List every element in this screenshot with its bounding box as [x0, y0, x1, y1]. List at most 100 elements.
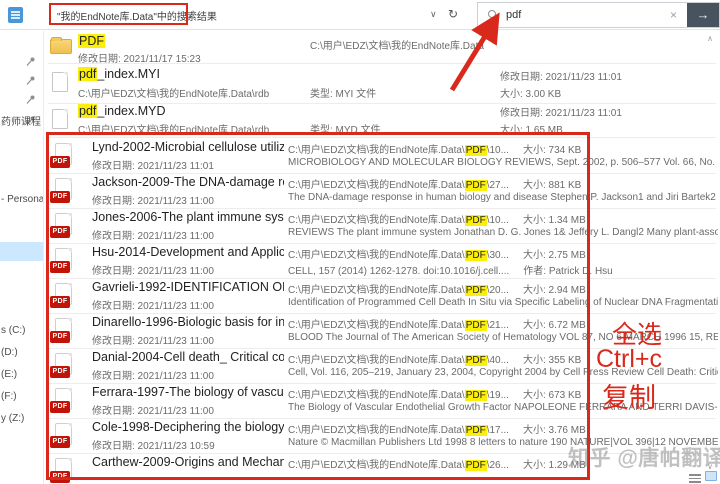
pdf-file-icon: PDF — [50, 318, 72, 344]
file-path-highlight: PDF — [465, 355, 487, 366]
scrollbar-up-icon[interactable]: ∧ — [703, 34, 717, 43]
modified-date: 修改日期: 2021/11/23 11:01 — [500, 104, 622, 119]
pdf-file-row[interactable]: PDF Carthew-2009-Origins and Mechanis...… — [48, 454, 716, 484]
address-bar-document-icon — [8, 7, 23, 23]
sidebar-item-pinned-folder[interactable]: 药师课程 — [1, 113, 41, 128]
result-name: Dinarello-1996-Biologic basis for inte..… — [92, 315, 284, 329]
file-path-line: C:\用户\EDZ\文档\我的EndNote库.Data\PDF\40...大小… — [288, 351, 718, 366]
file-path: C:\用户\EDZ\文档\我的EndNote库.Data\ — [288, 460, 465, 471]
file-path: C:\用户\EDZ\文档\我的EndNote库.Data\ — [288, 215, 465, 226]
scrollbar-down-icon[interactable]: ∨ — [703, 462, 717, 471]
search-input[interactable] — [504, 5, 654, 25]
result-row-myd[interactable]: pdf_index.MYD C:\用户\EDZ\文档\我的EndNote库.Da… — [48, 104, 716, 138]
file-path-highlight: PDF — [465, 425, 487, 436]
pdf-file-row[interactable]: PDF Dinarello-1996-Biologic basis for in… — [48, 314, 716, 349]
file-type: 类型: MYD 文件 — [310, 121, 381, 136]
file-path: C:\用户\EDZ\文档\我的EndNote库.Data\ — [288, 390, 465, 401]
file-path: C:\用户\EDZ\文档\我的EndNote库.Data\ — [288, 180, 465, 191]
file-path-line: C:\用户\EDZ\文档\我的EndNote库.Data\PDF\27...大小… — [288, 176, 718, 191]
result-name: Ferrara-1997-The biology of vascular ... — [92, 385, 284, 399]
result-name: Carthew-2009-Origins and Mechanis... — [92, 455, 284, 469]
pdf-file-row[interactable]: PDF Ferrara-1997-The biology of vascular… — [48, 384, 716, 419]
file-path-highlight: PDF — [465, 145, 487, 156]
file-path: C:\用户\EDZ\文档\我的EndNote库.Data\rdb — [78, 121, 269, 136]
file-path-suffix: \20... — [487, 285, 509, 296]
file-path-suffix: \30... — [487, 250, 509, 261]
result-row-pdf-folder[interactable]: PDF 修改日期: 2021/11/17 15:23 C:\用户\EDZ\文档\… — [48, 33, 716, 64]
file-size: 大小: 3.76 MB — [523, 425, 586, 436]
file-path: C:\用户\EDZ\文档\我的EndNote库.Data\ — [288, 250, 465, 261]
file-size: 大小: 2.94 MB — [523, 285, 586, 296]
file-path: C:\用户\EDZ\文档\我的EndNote库.Data — [310, 37, 484, 52]
navigation-pane: 药师课程 - Persona s (C:) (D:) (E:) (F:) y (… — [0, 31, 44, 484]
file-size: 大小: 881 KB — [523, 180, 581, 191]
pdf-file-row[interactable]: PDF Cole-1998-Deciphering the biology o.… — [48, 419, 716, 454]
modified-date: 修改日期: 2021/11/23 11:00 — [92, 262, 214, 277]
result-name-highlight: pdf — [78, 67, 97, 81]
pdf-file-row[interactable]: PDF Lynd-2002-Microbial cellulose utiliz… — [48, 139, 716, 174]
thumbnail-view-icon[interactable] — [705, 471, 717, 481]
address-dropdown-icon[interactable]: ∨ — [430, 9, 437, 20]
result-name: Cole-1998-Deciphering the biology o... — [92, 420, 284, 434]
file-summary: Cell, Vol. 116, 205–219, January 23, 200… — [288, 367, 718, 378]
search-icon — [488, 10, 496, 18]
file-summary: REVIEWS The plant immune system Jonathan… — [288, 227, 718, 238]
file-size: 大小: 1.65 MB — [500, 121, 563, 136]
details-view-icon[interactable] — [689, 472, 701, 481]
file-summary: BLOOD The Journal of The American Societ… — [288, 332, 718, 343]
sidebar-item-drive-f[interactable]: (F:) — [1, 391, 17, 402]
file-path-highlight: PDF — [465, 215, 487, 226]
result-name: _index.MYD — [97, 104, 165, 118]
result-name: PDF — [78, 34, 105, 48]
clear-search-icon[interactable]: × — [670, 8, 677, 22]
pdf-file-icon: PDF — [50, 213, 72, 239]
pdf-file-icon: PDF — [50, 388, 72, 414]
file-summary: Nature © Macmillan Publishers Ltd 1998 8… — [288, 437, 718, 448]
file-type: 类型: MYI 文件 — [310, 85, 376, 100]
sidebar-item-drive-c[interactable]: s (C:) — [1, 325, 25, 336]
file-path: C:\用户\EDZ\文档\我的EndNote库.Data\ — [288, 320, 465, 331]
file-path-highlight: PDF — [465, 180, 487, 191]
file-path-suffix: \10... — [487, 215, 509, 226]
file-summary-line: Cell, Vol. 116, 205–219, January 23, 200… — [288, 367, 718, 378]
file-path-line: C:\用户\EDZ\文档\我的EndNote库.Data\PDF\26...大小… — [288, 456, 718, 471]
file-size: 大小: 3.00 KB — [500, 85, 561, 100]
file-size: 大小: 355 KB — [523, 355, 581, 366]
modified-date: 修改日期: 2021/11/23 11:00 — [92, 297, 214, 312]
sidebar-item-drive-d[interactable]: (D:) — [1, 347, 18, 358]
file-path-highlight: PDF — [465, 250, 487, 261]
file-path: C:\用户\EDZ\文档\我的EndNote库.Data\ — [288, 355, 465, 366]
file-size: 大小: 1.29 MB — [523, 460, 586, 471]
pdf-file-row[interactable]: PDF Gavrieli-1992-IDENTIFICATION OF PR..… — [48, 279, 716, 314]
breadcrumb-chevron-icon[interactable]: › — [192, 7, 196, 19]
modified-date: 修改日期: 2021/11/23 10:59 — [92, 437, 215, 452]
modified-date: 修改日期: 2021/11/23 11:01 — [92, 157, 214, 172]
result-row-myi[interactable]: pdf_index.MYI C:\用户\EDZ\文档\我的EndNote库.Da… — [48, 64, 716, 104]
sidebar-item-drive-z[interactable]: y (Z:) — [1, 413, 24, 424]
file-path: C:\用户\EDZ\文档\我的EndNote库.Data\ — [288, 425, 465, 436]
sidebar-selected-item-highlight[interactable] — [0, 242, 44, 261]
search-box[interactable]: × → — [477, 2, 720, 28]
result-name: Lynd-2002-Microbial cellulose utilizat..… — [92, 140, 284, 154]
file-path-line: C:\用户\EDZ\文档\我的EndNote库.Data\PDF\19...大小… — [288, 386, 718, 401]
refresh-icon[interactable]: ↻ — [448, 7, 458, 21]
pdf-file-row[interactable]: PDF Jones-2006-The plant immune syste...… — [48, 209, 716, 244]
file-summary-line: Identification of Programmed Cell Death … — [288, 297, 718, 308]
sidebar-item-drive-e[interactable]: (E:) — [1, 369, 17, 380]
pdf-file-icon: PDF — [50, 178, 72, 204]
file-size: 大小: 1.34 MB — [523, 215, 586, 226]
pdf-file-icon: PDF — [50, 283, 72, 309]
search-go-button[interactable]: → — [687, 3, 719, 27]
pdf-file-row[interactable]: PDF Jackson-2009-The DNA-damage resp... … — [48, 174, 716, 209]
file-summary-line: The DNA-damage response in human biology… — [288, 192, 718, 203]
file-path-highlight: PDF — [465, 460, 487, 471]
pdf-file-row[interactable]: PDF Danial-2004-Cell death_ Critical con… — [48, 349, 716, 384]
pdf-file-row[interactable]: PDF Hsu-2014-Development and Applicat...… — [48, 244, 716, 279]
file-summary: Identification of Programmed Cell Death … — [288, 297, 718, 308]
modified-date: 修改日期: 2021/11/23 11:00 — [92, 367, 214, 382]
sidebar-item-onedrive[interactable]: - Persona — [1, 194, 44, 205]
result-name: Jones-2006-The plant immune syste... — [92, 210, 284, 224]
file-size: 大小: 673 KB — [523, 390, 581, 401]
file-icon — [52, 109, 68, 129]
file-path-line: C:\用户\EDZ\文档\我的EndNote库.Data\PDF\20...大小… — [288, 281, 718, 296]
